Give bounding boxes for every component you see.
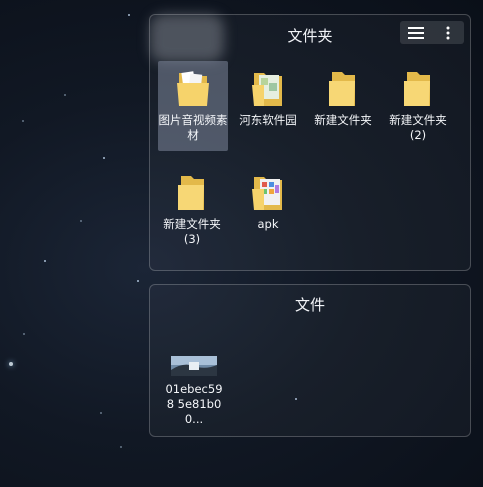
menu-button[interactable] bbox=[400, 21, 432, 44]
folder-icon-wrap bbox=[305, 61, 381, 109]
folder-item-images-media[interactable]: 图片音视频素材 bbox=[158, 61, 228, 151]
star bbox=[120, 446, 122, 448]
folder-item-new-folder[interactable]: 新建文件夹 bbox=[305, 61, 381, 128]
folder-icon bbox=[329, 72, 355, 106]
file-item[interactable]: 01ebec598 5e81b00... bbox=[156, 353, 232, 427]
folder-icon-wrap bbox=[154, 165, 230, 213]
thumbnail-wrap bbox=[156, 353, 232, 379]
folder-icon-wrap bbox=[158, 61, 228, 109]
hamburger-menu-icon bbox=[408, 26, 424, 39]
folder-icon-wrap bbox=[230, 61, 306, 109]
star bbox=[103, 157, 105, 159]
image-thumbnail-icon bbox=[171, 356, 217, 376]
folder-image-icon bbox=[252, 73, 282, 106]
folder-item-apk[interactable]: apk bbox=[230, 165, 306, 232]
folder-item-hedong[interactable]: 河东软件园 bbox=[230, 61, 306, 128]
folder-label: apk bbox=[257, 217, 279, 231]
star bbox=[44, 260, 46, 262]
star bbox=[22, 120, 24, 122]
folder-docs-icon bbox=[177, 71, 209, 106]
star bbox=[100, 412, 102, 414]
folder-icon-wrap bbox=[380, 61, 456, 109]
star bbox=[80, 220, 82, 222]
more-button[interactable] bbox=[432, 21, 464, 44]
kebab-more-icon bbox=[446, 26, 450, 39]
folder-label: 新建文件夹 (3) bbox=[163, 217, 221, 246]
folder-label: 河东软件园 bbox=[239, 113, 297, 127]
folder-icon-wrap bbox=[230, 165, 306, 213]
folder-item-new-folder-3[interactable]: 新建文件夹 (3) bbox=[154, 165, 230, 247]
folder-item-new-folder-2[interactable]: 新建文件夹 (2) bbox=[380, 61, 456, 143]
star bbox=[23, 333, 25, 335]
star bbox=[64, 94, 66, 96]
file-label: 01ebec598 5e81b00... bbox=[165, 382, 223, 426]
folder-image-icon bbox=[252, 177, 282, 210]
folder-icon bbox=[404, 72, 430, 106]
folder-label: 图片音视频素材 bbox=[158, 113, 228, 142]
star bbox=[9, 362, 13, 366]
folders-toolbar bbox=[400, 21, 464, 44]
star bbox=[137, 280, 139, 282]
folders-panel: 文件夹 图片音视频素材 河东软件园 新建文件夹 新建文件夹 (2) 新建文件夹 … bbox=[149, 14, 471, 271]
folder-label: 新建文件夹 (2) bbox=[389, 113, 447, 142]
folder-label: 新建文件夹 bbox=[314, 113, 372, 127]
files-panel: 文件 01ebec598 5e81b00... bbox=[149, 284, 471, 437]
files-panel-title: 文件 bbox=[294, 296, 325, 314]
star bbox=[128, 14, 130, 16]
folder-icon bbox=[178, 176, 204, 210]
